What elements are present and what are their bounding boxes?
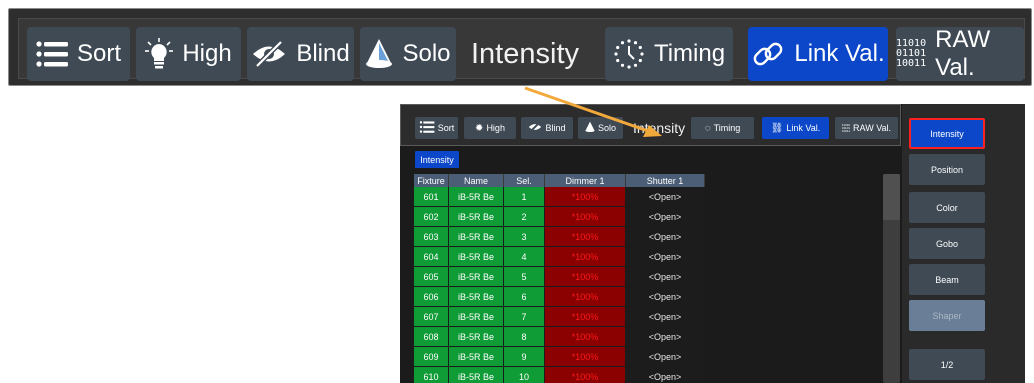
callout-arrow	[524, 86, 662, 137]
